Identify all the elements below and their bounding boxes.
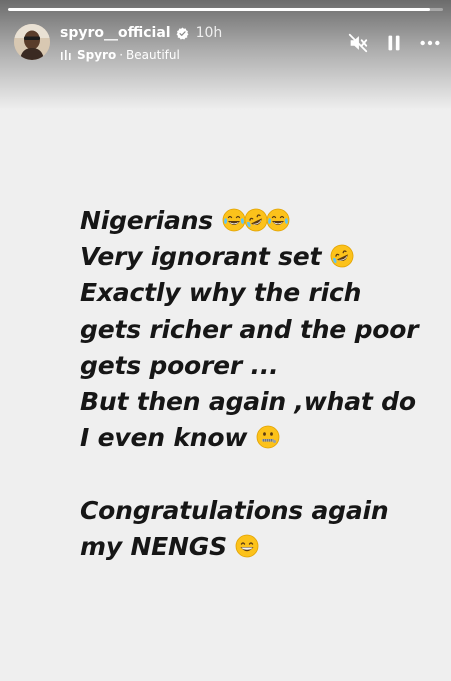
music-artist: Spyro — [77, 48, 117, 62]
avatar-image — [14, 24, 50, 60]
story-text-line: Very ignorant set — [80, 239, 440, 275]
story-text-blank-line — [80, 456, 440, 492]
story-text-line: I even know — [80, 420, 440, 456]
music-attribution[interactable]: Spyro · Beautiful — [60, 48, 180, 62]
username[interactable]: spyro__official — [60, 25, 171, 41]
avatar[interactable] — [14, 24, 50, 60]
face-with-tears-of-joy-icon — [222, 208, 245, 232]
music-song: Beautiful — [126, 48, 180, 62]
story-text-line: gets poorer ... — [80, 350, 279, 380]
verified-badge-icon — [176, 27, 189, 40]
mute-button[interactable] — [345, 30, 371, 56]
story-text-line-content: my NENGS — [80, 531, 227, 561]
story-progress-fill — [8, 8, 430, 11]
story-controls — [335, 30, 443, 56]
story-user-row: spyro__official 10h — [60, 25, 222, 41]
mute-icon — [348, 33, 368, 53]
story-text-line: gets richer and the poor — [80, 314, 419, 344]
story-text: Nigerians Very ignorant set Exactly why … — [80, 203, 440, 565]
story-text-line: Congratulations again — [80, 495, 389, 525]
rolling-on-the-floor-laughing-icon — [243, 208, 268, 232]
story-text-line: my NENGS — [80, 529, 440, 565]
more-icon — [420, 40, 440, 46]
story-viewer[interactable]: spyro__official 10h Spyro · Beautiful Ni… — [0, 0, 451, 681]
zipper-mouth-face-icon — [256, 425, 280, 449]
grinning-face-with-smiling-eyes-icon — [236, 534, 259, 558]
pause-icon — [388, 35, 400, 51]
music-separator: · — [119, 48, 124, 62]
story-text-line: But then again ,what do — [80, 386, 416, 416]
story-text-line-content: I even know — [80, 423, 248, 453]
more-options-button[interactable] — [417, 30, 443, 56]
music-bars-icon — [60, 49, 72, 61]
rolling-on-the-floor-laughing-icon — [329, 244, 354, 269]
story-text-line: Nigerians — [80, 203, 440, 239]
pause-button[interactable] — [381, 30, 407, 56]
story-text-line: Exactly why the rich — [80, 278, 362, 308]
story-text-line-content: Very ignorant set — [80, 242, 322, 272]
face-with-tears-of-joy-icon — [266, 208, 289, 232]
story-progress-bar — [8, 8, 443, 11]
story-text-line-content: Nigerians — [80, 206, 213, 235]
story-time-ago: 10h — [195, 25, 223, 41]
